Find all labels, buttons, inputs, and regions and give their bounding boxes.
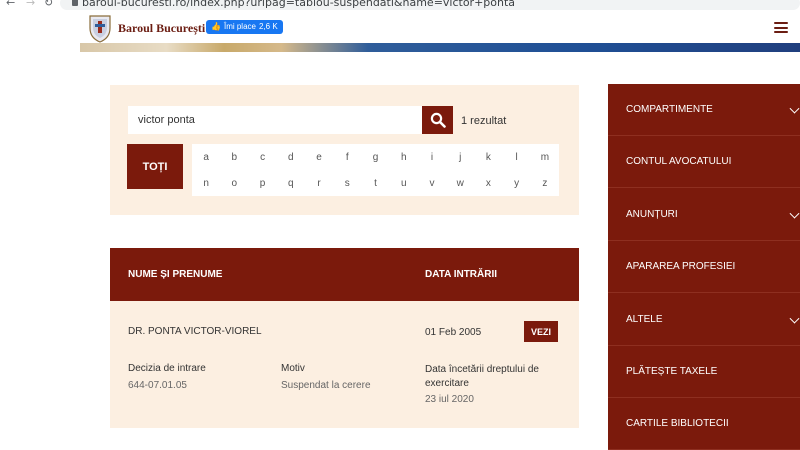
sidebar-item-label: ALTELE	[626, 314, 663, 325]
letter-filter[interactable]: z	[531, 170, 559, 196]
arrow-left-icon[interactable]: ←	[6, 0, 15, 9]
search-input[interactable]: victor ponta	[128, 106, 422, 134]
letter-filter[interactable]: o	[220, 170, 248, 196]
letter-filter[interactable]: u	[390, 170, 418, 196]
results-table-header: NUME ȘI PRENUME DATA INTRĂRII	[110, 248, 579, 301]
end-date-value: 23 iul 2020	[425, 394, 474, 405]
decision-field: Decizia de intrare 644-07.01.05	[128, 363, 206, 391]
sidebar-item-contul-avocatului[interactable]: CONTUL AVOCATULUI	[608, 136, 800, 188]
sidebar-item-label: APARAREA PROFESIEI	[626, 261, 736, 272]
search-button[interactable]	[422, 106, 453, 134]
sidebar-item-compartimente[interactable]: COMPARTIMENTE	[608, 84, 800, 136]
letter-filter[interactable]: v	[418, 170, 446, 196]
letter-filter[interactable]: d	[277, 144, 305, 170]
address-bar[interactable]: baroul-bucuresti.ro/index.php?urlpag=tab…	[60, 0, 800, 10]
letter-filter[interactable]: t	[361, 170, 389, 196]
sidebar-item-label: ANUNȚURI	[626, 209, 678, 220]
address-bar-text: baroul-bucuresti.ro/index.php?urlpag=tab…	[82, 0, 516, 9]
lock-icon	[72, 0, 78, 6]
chevron-down-icon[interactable]	[789, 103, 800, 114]
letter-filter[interactable]: c	[248, 144, 276, 170]
chevron-down-icon[interactable]	[789, 208, 800, 219]
like-count: 2,6 K	[258, 22, 278, 31]
sidebar-item-label: COMPARTIMENTE	[626, 104, 713, 115]
letter-filter[interactable]: a	[192, 144, 220, 170]
letter-filter[interactable]: r	[305, 170, 333, 196]
header-banner-stripe	[80, 43, 800, 52]
column-header-name: NUME ȘI PRENUME	[128, 269, 223, 280]
lawyer-name: DR. PONTA VICTOR-VIOREL	[128, 326, 262, 337]
hamburger-menu-icon[interactable]	[774, 22, 788, 33]
letter-filter[interactable]: e	[305, 144, 333, 170]
sidebar-item-altele[interactable]: ALTELE	[608, 294, 800, 346]
reason-value: Suspendat la cerere	[281, 380, 371, 391]
letter-filter[interactable]: x	[474, 170, 502, 196]
end-date-label: Data încetării dreptului de exercitare	[425, 364, 539, 389]
sidebar-item-anunturi[interactable]: ANUNȚURI	[608, 189, 800, 241]
reason-label: Motiv	[281, 363, 305, 374]
view-button[interactable]: VEZI	[524, 321, 558, 342]
sidebar-item-label: PLĂTEȘTE TAXELE	[626, 366, 718, 377]
sidebar-menu: COMPARTIMENTE CONTUL AVOCATULUI ANUNȚURI…	[608, 84, 800, 450]
letter-filter[interactable]: w	[446, 170, 474, 196]
search-icon	[430, 112, 446, 128]
letter-filter[interactable]: n	[192, 170, 220, 196]
column-header-date: DATA INTRĂRII	[425, 269, 498, 280]
letter-filter[interactable]: y	[503, 170, 531, 196]
letter-filter[interactable]: i	[418, 144, 446, 170]
arrow-right-icon[interactable]: →	[26, 0, 35, 9]
reload-icon[interactable]: ↻	[44, 0, 53, 9]
letter-filter[interactable]: s	[333, 170, 361, 196]
letter-filter[interactable]: k	[474, 144, 502, 170]
results-count: 1 rezultat	[461, 115, 507, 127]
sidebar-item-cartile-bibliotecii[interactable]: CARTILE BIBLIOTECII	[608, 398, 800, 450]
site-header: Baroul București 👍 Îmi place 2,6 K	[80, 10, 800, 52]
filter-all-button[interactable]: TOȚI	[127, 144, 183, 189]
search-panel: victor ponta 1 rezultat TOȚI a b c d e f…	[110, 85, 579, 215]
letter-filter[interactable]: j	[446, 144, 474, 170]
decision-value: 644-07.01.05	[128, 380, 187, 391]
reason-field: Motiv Suspendat la cerere	[281, 363, 371, 391]
letter-filter[interactable]: g	[361, 144, 389, 170]
letter-filter[interactable]: q	[277, 170, 305, 196]
letter-filter[interactable]: b	[220, 144, 248, 170]
browser-toolbar: ← → ↻ baroul-bucuresti.ro/index.php?urlp…	[0, 0, 800, 10]
sidebar-item-apararea-profesiei[interactable]: APARAREA PROFESIEI	[608, 241, 800, 293]
sidebar-item-label: CARTILE BIBLIOTECII	[626, 418, 729, 429]
letter-filter[interactable]: m	[531, 144, 559, 170]
crest-logo-icon[interactable]	[88, 13, 112, 43]
like-label: Îmi place	[223, 22, 256, 31]
letter-filter[interactable]: l	[503, 144, 531, 170]
decision-label: Decizia de intrare	[128, 363, 206, 374]
table-row: DR. PONTA VICTOR-VIOREL 01 Feb 2005 VEZI…	[110, 301, 579, 428]
letter-filter[interactable]: h	[390, 144, 418, 170]
sidebar-item-label: CONTUL AVOCATULUI	[626, 156, 732, 167]
facebook-like-button[interactable]: 👍 Îmi place 2,6 K	[206, 20, 283, 34]
end-date-field: Data încetării dreptului de exercitare 2…	[425, 363, 565, 405]
letter-filter[interactable]: f	[333, 144, 361, 170]
chevron-down-icon[interactable]	[789, 313, 800, 324]
entry-date: 01 Feb 2005	[425, 327, 482, 338]
thumbs-up-icon: 👍	[211, 22, 221, 31]
site-title[interactable]: Baroul București	[118, 21, 205, 36]
letter-filter[interactable]: p	[248, 170, 276, 196]
sidebar-item-plateste-taxele[interactable]: PLĂTEȘTE TAXELE	[608, 346, 800, 398]
alphabet-filter: a b c d e f g h i j k l m n o p q r s t …	[192, 144, 559, 196]
